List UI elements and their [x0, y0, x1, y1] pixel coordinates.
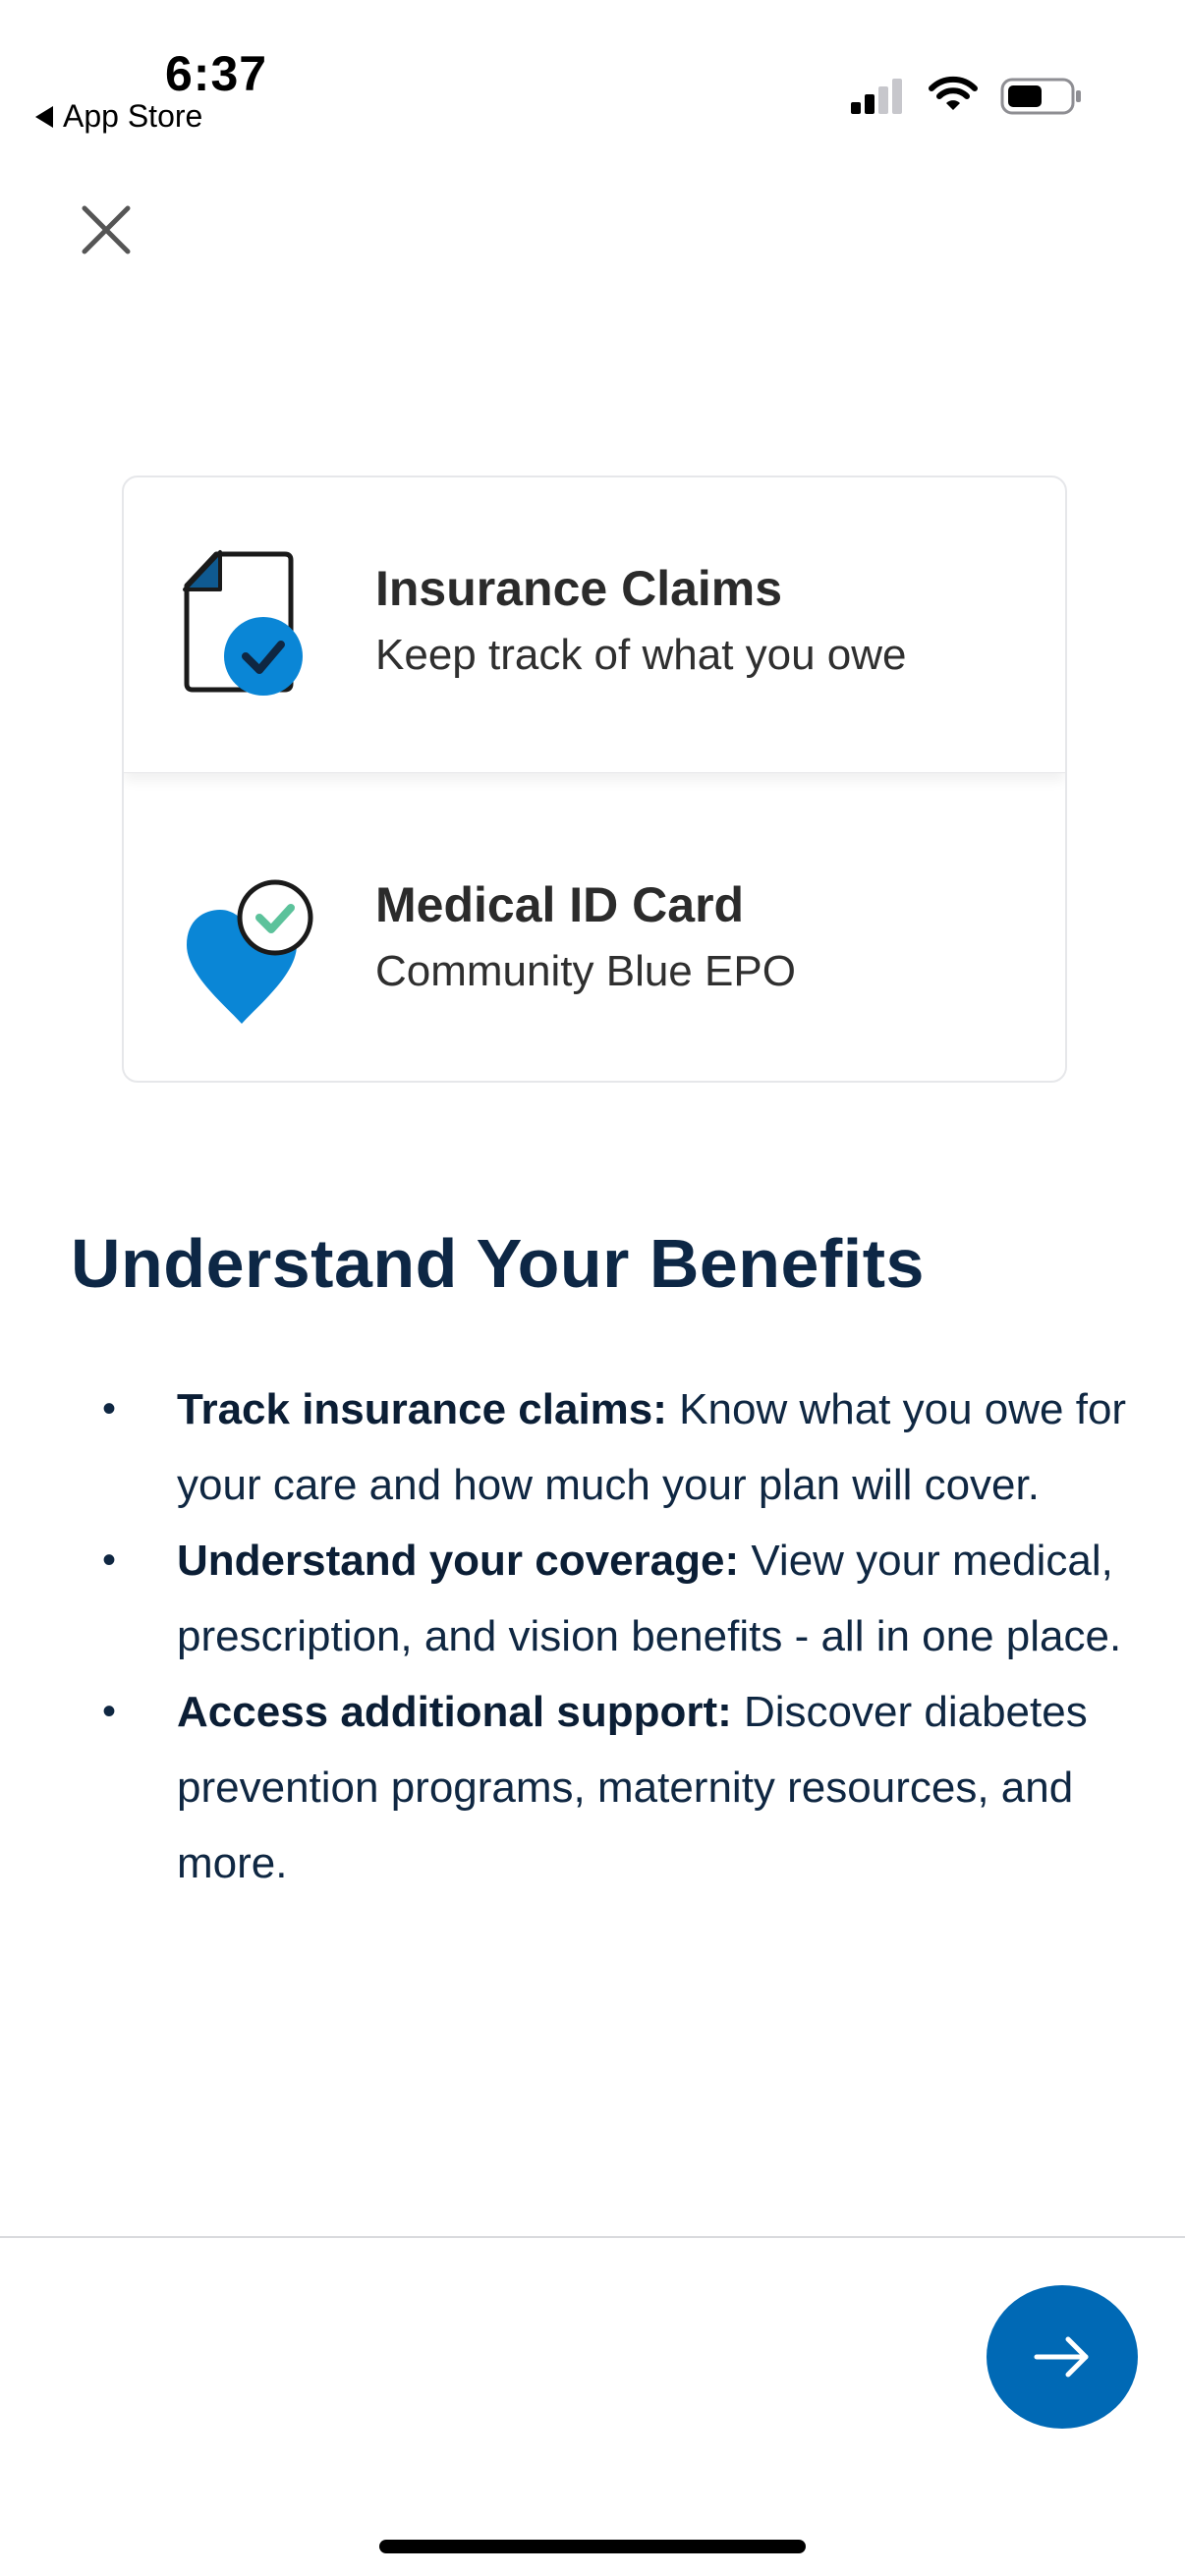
list-item: Access additional support: Discover diab… [98, 1674, 1140, 1901]
card-subtitle: Community Blue EPO [375, 947, 796, 995]
bullet-bold-text: Access additional support: [177, 1688, 732, 1736]
footer-divider [0, 2236, 1185, 2238]
close-icon[interactable] [79, 202, 134, 257]
card-insurance-claims: Insurance Claims Keep track of what you … [124, 477, 1065, 773]
status-time: 6:37 [165, 46, 268, 101]
card-title: Insurance Claims [375, 561, 783, 616]
next-button[interactable] [987, 2285, 1138, 2429]
card-title: Medical ID Card [375, 877, 745, 932]
card-subtitle: Keep track of what you owe [375, 631, 907, 679]
card-medical-id: Medical ID Card Community Blue EPO [124, 778, 1065, 1073]
back-to-app-store[interactable]: App Store [35, 98, 202, 135]
status-bar: 6:37 App Store [0, 0, 1185, 147]
cellular-signal-icon [851, 79, 902, 114]
battery-icon [1000, 78, 1081, 115]
list-item: Understand your coverage: View your medi… [98, 1523, 1140, 1674]
benefits-list: Track insurance claims: Know what you ow… [98, 1372, 1140, 1901]
wifi-icon [929, 76, 978, 110]
arrow-right-icon [1034, 2336, 1089, 2378]
home-indicator[interactable] [379, 2540, 806, 2553]
list-item: Track insurance claims: Know what you ow… [98, 1372, 1140, 1523]
bullet-bold-text: Understand your coverage: [177, 1537, 740, 1585]
back-triangle-icon [35, 105, 53, 128]
back-app-label: App Store [63, 98, 203, 134]
feature-cards: Insurance Claims Keep track of what you … [122, 476, 1067, 1083]
heart-check-icon [187, 879, 313, 1024]
claims-document-check-icon [183, 550, 303, 696]
page-title: Understand Your Benefits [71, 1225, 925, 1302]
bullet-bold-text: Track insurance claims: [177, 1385, 667, 1433]
